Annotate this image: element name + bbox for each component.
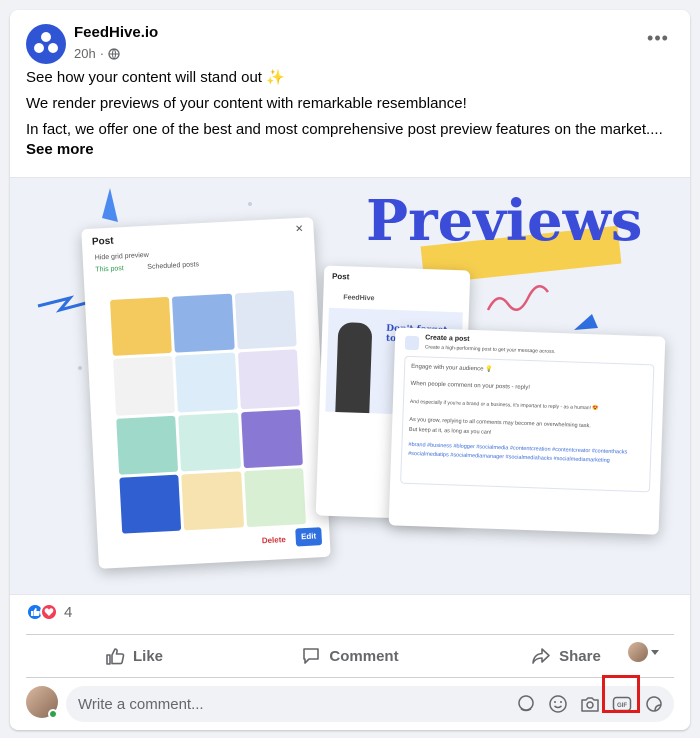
comment-composer: GIF: [26, 686, 674, 722]
post-editor: Engage with your audience 💡 When people …: [400, 355, 655, 493]
feedhive-logo-icon: [34, 32, 58, 53]
create-post-title: Create a post: [425, 334, 470, 343]
caret-down-icon: [651, 650, 659, 655]
comment-icon: [303, 648, 320, 664]
page-avatar[interactable]: [26, 24, 66, 64]
grid-cell: [178, 411, 241, 472]
scheduled-posts-checkbox: Scheduled posts: [147, 261, 200, 271]
comment-tools: GIF: [514, 692, 666, 716]
editor-hashtags: #brand #business #blogger #socialmedia #…: [408, 441, 628, 464]
grid-cell: [181, 471, 244, 531]
create-post-panel: Create a post Create a high-performing p…: [388, 327, 666, 535]
avatar-sticker-icon: [518, 695, 534, 712]
like-label: Like: [132, 647, 163, 665]
post-line-2: We render previews of your content with …: [26, 95, 467, 112]
grid-cell: [110, 296, 173, 357]
page-name[interactable]: FeedHive.io: [74, 24, 158, 41]
post-line-1: See how your content will stand out ✨: [26, 69, 285, 86]
grid-cell: [240, 408, 303, 468]
editor-line-2: When people comment on your posts - repl…: [410, 380, 530, 392]
dot-separator: ·: [99, 46, 105, 61]
message-icon: [404, 335, 420, 351]
grid-cell: [116, 415, 179, 475]
see-more-link[interactable]: See more: [26, 140, 674, 160]
grid-cell: [243, 467, 306, 528]
globe-icon: [108, 47, 120, 60]
ig-account: FeedHive: [343, 294, 375, 303]
delete-button: Delete: [261, 535, 287, 546]
post-header: FeedHive.io 20h · •••: [26, 22, 674, 66]
editor-line-5: But keep at it, as long as you can!: [408, 426, 492, 436]
thumbs-up-icon: [106, 648, 125, 665]
more-options-button[interactable]: •••: [642, 28, 674, 52]
post-card: FeedHive.io 20h · ••• See how your conte…: [10, 10, 690, 730]
comment-label: Comment: [329, 647, 399, 665]
action-bar: Like Comment Share: [26, 634, 674, 678]
love-reaction-icon: [40, 603, 58, 621]
sticker-button[interactable]: [642, 692, 666, 716]
profile-avatar: [628, 642, 648, 662]
previews-title: Previews: [366, 188, 643, 254]
post-meta: 20h ·: [74, 46, 120, 61]
camera-icon: [581, 697, 599, 712]
avatar-sticker-button[interactable]: [514, 692, 538, 716]
post-time[interactable]: 20h: [74, 46, 96, 61]
editor-line-1: Engage with your audience 💡: [411, 363, 493, 373]
sticker-icon: [646, 696, 662, 712]
share-label: Share: [559, 647, 601, 665]
reaction-audience-selector[interactable]: [628, 642, 660, 662]
post-line-3: In fact, we offer one of the best and mo…: [26, 121, 663, 138]
photo-button[interactable]: [578, 692, 602, 716]
hide-grid-toggle: Hide grid preview: [94, 251, 149, 262]
online-status-dot: [48, 709, 58, 719]
gif-button-highlight: [602, 675, 640, 713]
close-icon: ✕: [294, 223, 304, 236]
grid-cell: [234, 290, 297, 350]
grid-panel-title: Post: [91, 235, 114, 248]
edit-button: Edit: [295, 527, 323, 547]
smiley-icon: [549, 695, 567, 713]
like-button[interactable]: Like: [26, 638, 242, 674]
comment-button[interactable]: Comment: [242, 638, 458, 674]
emoji-button[interactable]: [546, 692, 570, 716]
post-text: See how your content will stand out ✨ We…: [26, 68, 674, 166]
this-post-checkbox: This post: [95, 265, 124, 274]
editor-line-3: And especially if you're a brand or a bu…: [409, 398, 599, 412]
reactions-count: 4: [64, 603, 73, 621]
grid-cell: [172, 293, 235, 353]
ig-panel-title: Post: [331, 271, 350, 282]
grid-cell: [237, 349, 300, 409]
grid-cell: [175, 352, 238, 413]
grid-cell: [113, 356, 176, 416]
share-icon: [532, 648, 550, 664]
reactions-summary[interactable]: 4: [26, 603, 72, 621]
create-post-subtitle: Create a high-performing post to get you…: [424, 344, 556, 355]
post-grid: [110, 290, 306, 534]
person-figure: [335, 322, 373, 414]
grid-cell: [119, 474, 182, 534]
